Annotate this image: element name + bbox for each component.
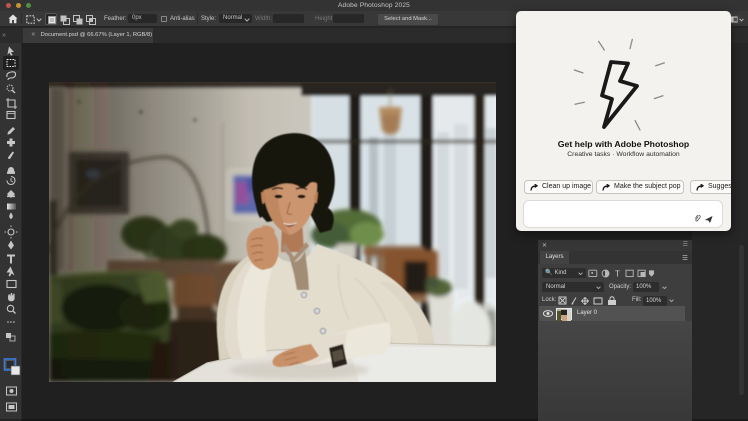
- svg-text:T: T: [615, 269, 620, 278]
